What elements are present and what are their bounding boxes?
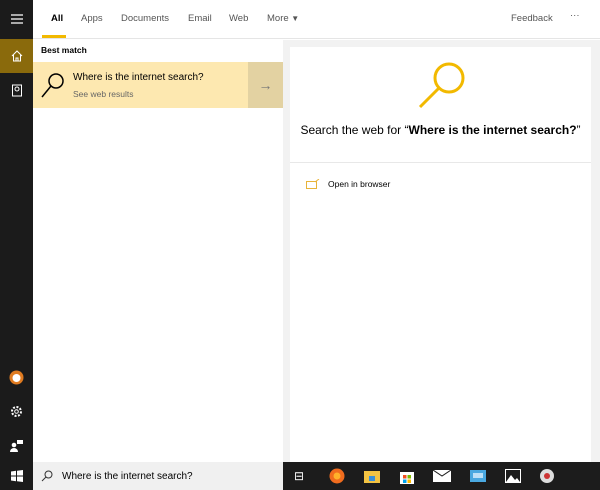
- menu-icon[interactable]: [0, 2, 33, 36]
- arrow-right-icon: →: [258, 77, 273, 93]
- tab-email[interactable]: Email: [188, 13, 212, 24]
- home-icon[interactable]: [0, 39, 33, 73]
- result-title: Where is the internet search?: [73, 72, 204, 83]
- active-tab-indicator: [42, 35, 66, 38]
- tab-all[interactable]: All: [51, 13, 63, 24]
- firefox-icon[interactable]: [328, 467, 346, 485]
- preview-pane: Search the web for “Where is the interne…: [283, 40, 600, 462]
- tab-documents[interactable]: Documents: [121, 13, 169, 24]
- file-explorer-icon[interactable]: [363, 467, 381, 485]
- tab-apps[interactable]: Apps: [81, 13, 103, 24]
- store-icon[interactable]: [398, 467, 416, 485]
- open-arrow-button[interactable]: →: [248, 62, 283, 108]
- feedback-hub-icon[interactable]: [0, 428, 33, 462]
- open-in-browser-button[interactable]: Open in browser: [306, 179, 390, 189]
- web-search-query: Search the web for “Where is the interne…: [300, 122, 581, 139]
- open-browser-icon: [306, 179, 320, 189]
- search-icon: [41, 470, 53, 482]
- search-input[interactable]: Where is the internet search?: [62, 471, 193, 482]
- avatar[interactable]: [0, 360, 33, 394]
- result-subtitle: See web results: [73, 89, 134, 99]
- chevron-down-icon: ▼: [291, 14, 300, 23]
- open-in-browser-label: Open in browser: [328, 179, 391, 189]
- start-button[interactable]: [0, 462, 33, 490]
- windows-icon: [10, 470, 23, 482]
- feedback-button[interactable]: Feedback: [511, 13, 553, 24]
- section-heading: Best match: [41, 45, 87, 55]
- more-options-icon[interactable]: ···: [570, 10, 580, 21]
- best-match-result[interactable]: Where is the internet search? See web re…: [33, 62, 283, 108]
- taskbar: ⊟: [283, 462, 600, 490]
- tab-web[interactable]: Web: [229, 13, 248, 24]
- app-icon[interactable]: [538, 467, 556, 485]
- photos-icon[interactable]: [504, 467, 522, 485]
- results-panel: Best match Where is the internet search?…: [33, 40, 283, 462]
- task-view-icon[interactable]: ⊟: [290, 467, 308, 485]
- filter-tabs: All Apps Documents Email Web More ▼ Feed…: [33, 0, 600, 39]
- tab-more[interactable]: More ▼: [267, 13, 299, 24]
- sidebar: [0, 0, 33, 462]
- query-prefix: Search the web for “: [300, 123, 409, 137]
- notebook-icon[interactable]: [0, 73, 33, 107]
- settings-icon[interactable]: [0, 394, 33, 428]
- query-text: Where is the internet search?: [408, 123, 577, 137]
- tab-more-label: More: [267, 13, 289, 24]
- control-panel-icon[interactable]: [469, 467, 487, 485]
- web-search-icon: [418, 62, 465, 109]
- search-icon: [41, 73, 64, 98]
- query-suffix: ”: [576, 123, 581, 137]
- preview-card: Search the web for “Where is the interne…: [290, 47, 591, 462]
- taskbar-search-box[interactable]: Where is the internet search?: [33, 462, 283, 490]
- mail-icon[interactable]: [433, 467, 451, 485]
